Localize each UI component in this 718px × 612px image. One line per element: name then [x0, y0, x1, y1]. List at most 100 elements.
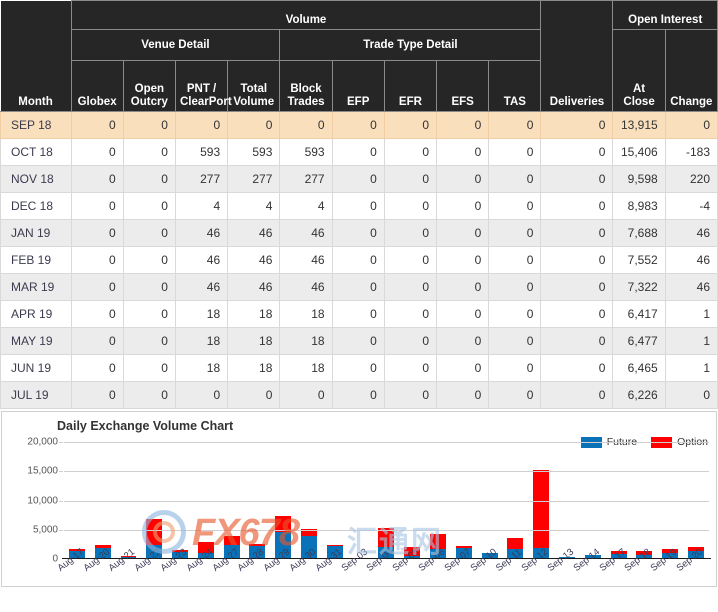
table-row: MAY 19 0 0 18 18 18 0 0 0 0 0 6,477 1 — [0, 327, 718, 355]
table-cell: 0 — [436, 138, 490, 166]
header-efs: EFS — [436, 60, 490, 112]
chart-x-label-slot: Sep 20 — [675, 547, 709, 586]
table-cell: 593 — [174, 138, 229, 166]
table-cell: 4 — [174, 192, 229, 220]
table-cell: 6,477 — [612, 327, 666, 355]
volume-open-interest-table: Month Volume Deliveries Open Interest Ve… — [0, 0, 718, 409]
table-cell: 46 — [227, 219, 281, 247]
table-cell: 0 — [664, 111, 718, 139]
table-cell: 0 — [331, 273, 385, 301]
table-cell: 0 — [540, 381, 614, 409]
table-cell: 0 — [436, 111, 490, 139]
table-cell: 0 — [331, 165, 385, 193]
table-cell: 13,915 — [612, 111, 666, 139]
table-cell: 0 — [331, 111, 385, 139]
table-cell: 18 — [174, 354, 229, 382]
chart-gridline — [64, 442, 709, 443]
table-cell: 46 — [664, 273, 718, 301]
table-cell: 0 — [488, 381, 542, 409]
header-block-trades: Block Trades — [279, 60, 333, 112]
table-row: FEB 19 0 0 46 46 46 0 0 0 0 0 7,552 46 — [0, 246, 718, 274]
table-header: Month Volume Deliveries Open Interest Ve… — [0, 0, 718, 112]
table-cell: 0 — [122, 219, 176, 247]
table-cell: 0 — [540, 219, 614, 247]
table-cell: 0 — [383, 354, 438, 382]
chart-gridline — [64, 500, 709, 502]
table-cell: 0 — [174, 111, 229, 139]
table-cell: 0 — [488, 111, 542, 139]
table-cell: 0 — [122, 138, 176, 166]
table-cell: 0 — [70, 354, 124, 382]
table-cell: 0 — [488, 246, 542, 274]
header-tas: TAS — [488, 60, 542, 112]
table-cell: 0 — [331, 381, 385, 409]
table-cell: 0 — [540, 111, 614, 139]
table-cell: 0 — [174, 381, 229, 409]
table-cell: 0 — [122, 111, 176, 139]
table-cell: 0 — [383, 165, 438, 193]
header-deliveries: Deliveries — [540, 0, 614, 112]
table-cell: 0 — [70, 219, 124, 247]
table-cell: 0 — [383, 111, 438, 139]
table-cell: 0 — [664, 381, 718, 409]
table-cell: 6,226 — [612, 381, 666, 409]
table-cell: 0 — [436, 165, 490, 193]
table-cell: 0 — [488, 327, 542, 355]
table-cell: 1 — [664, 300, 718, 328]
table-cell: 18 — [279, 354, 333, 382]
table-cell: 0 — [70, 273, 124, 301]
chart-x-axis-labels: Aug 17 Aug 20 Aug 21 Aug 22 Aug 23 Aug 24 Aug … — [55, 547, 709, 586]
table-cell: 0 — [436, 381, 490, 409]
table-cell: 0 — [436, 219, 490, 247]
table-row: DEC 18 0 0 4 4 4 0 0 0 0 0 8,983 -4 — [0, 192, 718, 220]
cell-month: SEP 18 — [0, 111, 72, 139]
table-cell: 0 — [383, 246, 438, 274]
header-at-close: At Close — [612, 29, 666, 112]
table-cell: 0 — [436, 192, 490, 220]
table-cell: 7,552 — [612, 246, 666, 274]
header-group-venue-detail: Venue Detail — [70, 29, 281, 61]
table-cell: 277 — [279, 165, 333, 193]
chart-y-tick-label: 20,000 — [27, 436, 58, 448]
table-cell: 18 — [279, 327, 333, 355]
table-cell: 0 — [540, 300, 614, 328]
chart-y-tick — [59, 442, 63, 443]
table-cell: 0 — [70, 246, 124, 274]
table-cell: 0 — [70, 327, 124, 355]
table-cell: 0 — [540, 327, 614, 355]
table-cell: 0 — [122, 246, 176, 274]
table-row: SEP 18 0 0 0 0 0 0 0 0 0 0 13,915 0 — [0, 111, 718, 139]
chart-bar-segment-option — [146, 519, 163, 545]
daily-exchange-volume-chart: Daily Exchange Volume Chart Future Option… — [1, 411, 717, 587]
table-body: SEP 18 0 0 0 0 0 0 0 0 0 0 13,915 0 OCT 18 0 0 593 593 593… — [0, 111, 718, 409]
header-group-volume: Volume — [70, 0, 542, 30]
table-cell: 277 — [227, 165, 281, 193]
header-pnt-clearport: PNT / ClearPort — [174, 60, 232, 112]
table-cell: 0 — [122, 273, 176, 301]
chart-y-tick-label: 5,000 — [32, 524, 58, 536]
header-group-trade-type-detail: Trade Type Detail — [279, 29, 542, 61]
table-row: JUN 19 0 0 18 18 18 0 0 0 0 0 6,465 1 — [0, 354, 718, 382]
table-cell: 1 — [664, 327, 718, 355]
table-cell: 0 — [122, 354, 176, 382]
cell-month: JAN 19 — [0, 219, 72, 247]
table-cell: 6,417 — [612, 300, 666, 328]
table-cell: 0 — [122, 381, 176, 409]
cell-month: APR 19 — [0, 300, 72, 328]
header-month: Month — [0, 0, 72, 112]
table-cell: 0 — [70, 111, 124, 139]
table-cell: 0 — [70, 192, 124, 220]
cell-month: MAY 19 — [0, 327, 72, 355]
table-cell: -4 — [664, 192, 718, 220]
table-cell: 593 — [227, 138, 281, 166]
table-cell: 0 — [488, 219, 542, 247]
table-cell: 0 — [488, 165, 542, 193]
table-cell: 46 — [174, 273, 229, 301]
table-cell: 0 — [331, 219, 385, 247]
table-cell: 0 — [488, 300, 542, 328]
chart-y-tick — [59, 500, 63, 502]
cell-month: FEB 19 — [0, 246, 72, 274]
table-cell: 0 — [331, 300, 385, 328]
header-total-volume: Total Volume — [227, 60, 281, 112]
table-cell: 18 — [227, 327, 281, 355]
